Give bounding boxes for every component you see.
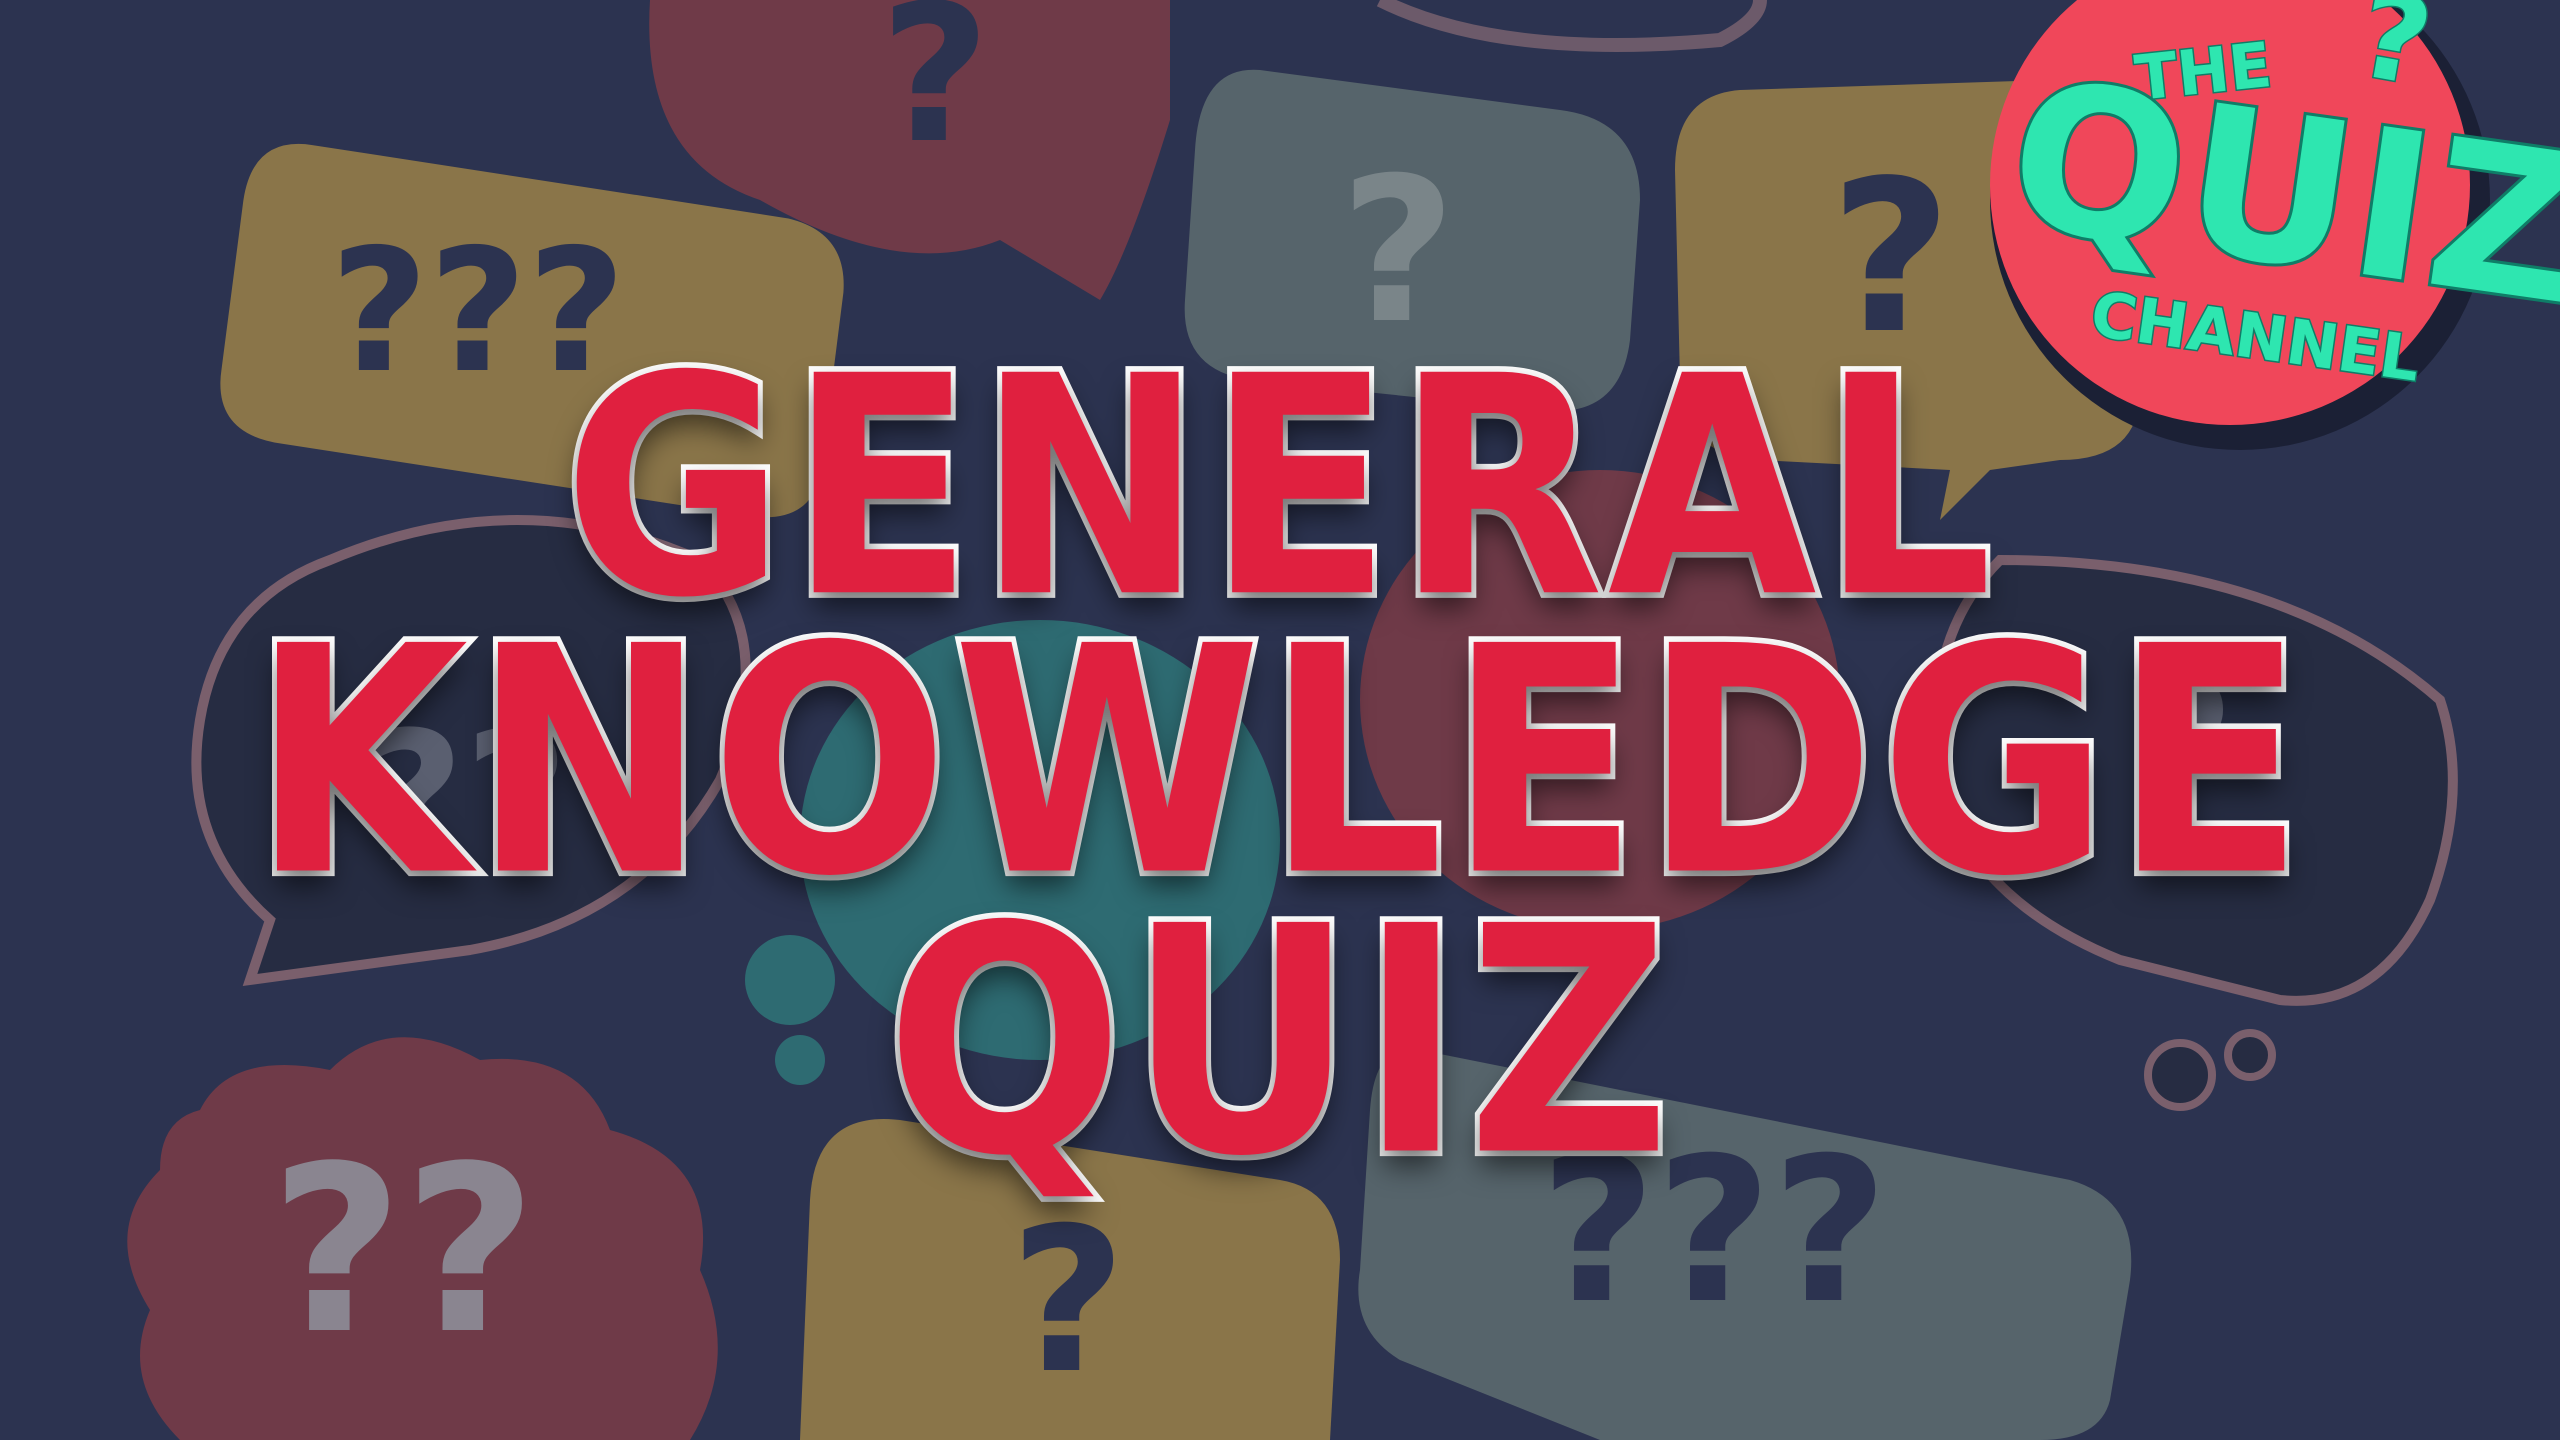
bubble-outline-top bbox=[1376, 0, 1767, 52]
quiz-channel-logo: ? THE QUIZ CHANNEL bbox=[1960, 0, 2560, 480]
title-line-quiz: QUIZ bbox=[881, 855, 1676, 1231]
quiz-title-card: ? ??? ? ? ?? ? ?? ? ??? GENERAL KNOWLEDG… bbox=[0, 0, 2560, 1440]
question-mark: ? bbox=[880, 0, 990, 185]
